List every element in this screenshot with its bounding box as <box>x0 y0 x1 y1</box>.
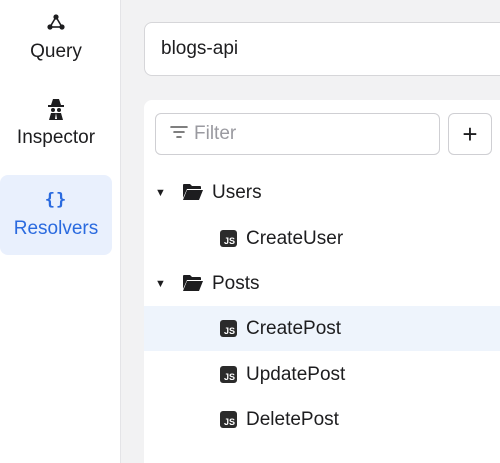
tree-folder-label: Posts <box>212 272 260 294</box>
tree-file-label: UpdatePost <box>246 363 346 385</box>
api-name-field[interactable]: blogs-api <box>144 22 500 76</box>
resolvers-panel: + ▼ Users JS CreateUser ▼ <box>144 100 500 463</box>
tree-file-label: CreatePost <box>246 317 342 339</box>
sidebar-item-query[interactable]: Query <box>0 12 112 74</box>
spy-icon <box>46 98 66 120</box>
tree-file-label: CreateUser <box>246 227 344 249</box>
caret-down-icon[interactable]: ▼ <box>155 278 166 290</box>
filter-icon <box>170 125 188 144</box>
braces-icon: {} <box>44 190 68 210</box>
app-window: Query Inspector {} Resolvers blogs-api F… <box>0 0 500 463</box>
filter-box[interactable] <box>155 113 440 155</box>
sidebar-item-label: Resolvers <box>13 218 99 239</box>
tree-folder-posts[interactable]: ▼ Posts <box>144 261 500 306</box>
folder-open-icon <box>182 183 204 207</box>
sidebar: Query Inspector {} Resolvers <box>0 0 121 463</box>
api-name-value: blogs-api <box>161 38 239 59</box>
tree-file-createuser[interactable]: JS CreateUser <box>144 216 500 261</box>
tree-file-deletepost[interactable]: JS DeletePost <box>144 397 500 442</box>
sidebar-item-label: Query <box>30 41 82 62</box>
tree-file-createpost[interactable]: JS CreatePost <box>144 306 500 351</box>
caret-down-icon[interactable]: ▼ <box>155 187 166 199</box>
tree-folder-users[interactable]: ▼ Users <box>144 170 500 215</box>
graphql-icon <box>46 12 66 34</box>
sidebar-item-resolvers[interactable]: {} Resolvers <box>0 175 112 255</box>
add-resolver-button[interactable]: + <box>448 113 492 155</box>
tree-file-label: DeletePost <box>246 408 339 430</box>
javascript-file-icon: JS <box>220 366 237 383</box>
filter-input[interactable] <box>194 123 414 145</box>
tree-file-updatepost[interactable]: JS UpdatePost <box>144 352 500 397</box>
tree-folder-label: Users <box>212 181 262 203</box>
sidebar-item-label: Inspector <box>16 127 96 148</box>
javascript-file-icon: JS <box>220 230 237 247</box>
javascript-file-icon: JS <box>220 411 237 428</box>
javascript-file-icon: JS <box>220 320 237 337</box>
folder-open-icon <box>182 274 204 298</box>
sidebar-item-inspector[interactable]: Inspector <box>0 98 112 160</box>
